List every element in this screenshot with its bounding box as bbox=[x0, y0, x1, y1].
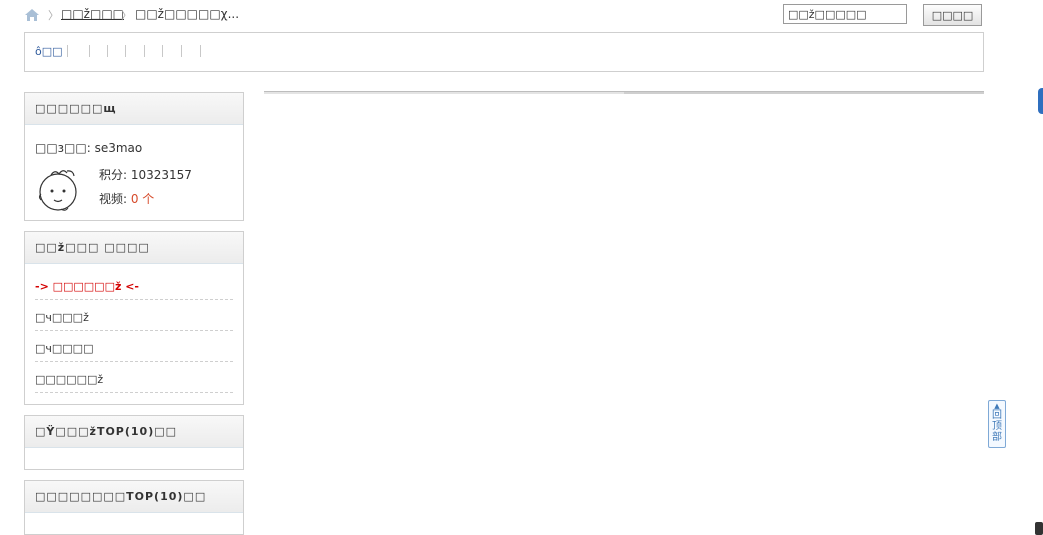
top10-panel-1: □Ÿ□□□žTOP(10)□□ bbox=[24, 415, 244, 470]
top10-panel-2: □□□□□□□□TOP(10)□□ bbox=[24, 480, 244, 535]
videos-count[interactable]: 0 个 bbox=[131, 192, 154, 206]
menu-item[interactable]: □ч□□□□ bbox=[35, 338, 233, 362]
videos-label: 视频: bbox=[99, 192, 131, 206]
user-info-panel: □□□□□□щ □□з□□: se3mao 积分: 10323157 视频: 0… bbox=[24, 92, 244, 221]
nav-divider bbox=[125, 45, 126, 57]
side-float-tab[interactable] bbox=[1038, 88, 1043, 114]
nav-divider bbox=[144, 45, 145, 57]
menu-panel-title: □□ž□□□ □□□□ bbox=[25, 232, 243, 264]
nav-item-home[interactable]: ô□□ bbox=[35, 45, 63, 58]
back-to-top-button[interactable]: ▲ 回顶部 bbox=[988, 400, 1006, 448]
nav-divider bbox=[162, 45, 163, 57]
nav-bar: ô□□ bbox=[24, 32, 984, 72]
menu-item-active[interactable]: -> □□□□□□ž <- bbox=[35, 276, 233, 300]
nav-divider bbox=[200, 45, 201, 57]
menu-panel: □□ž□□□ □□□□ -> □□□□□□ž <- □ч□□□ž □ч□□□□ … bbox=[24, 231, 244, 405]
avatar bbox=[38, 170, 77, 211]
chevron-right-icon: 〉 bbox=[121, 9, 132, 22]
top-bar: 〉 □□ž□□□ 〉 □□ž□□□□□χ... □□□□ bbox=[24, 4, 984, 28]
points-stat: 积分: 10323157 bbox=[99, 168, 192, 182]
breadcrumb-current: □□ž□□□□□χ... bbox=[135, 7, 240, 21]
search-input[interactable] bbox=[783, 4, 907, 24]
arrow-up-icon: ▲ bbox=[994, 402, 1000, 410]
back-to-top-label: 回顶部 bbox=[992, 410, 1002, 443]
home-icon[interactable] bbox=[24, 8, 40, 22]
username-line: □□з□□: se3mao bbox=[35, 141, 143, 155]
content-divider-top bbox=[264, 91, 984, 92]
menu-item[interactable]: □□□□□□ž bbox=[35, 369, 233, 393]
chevron-right-icon: 〉 bbox=[48, 9, 59, 22]
search-button[interactable]: □□□□ bbox=[923, 4, 982, 26]
nav-divider bbox=[107, 45, 108, 57]
nav-divider bbox=[181, 45, 182, 57]
top10-panel-2-title: □□□□□□□□TOP(10)□□ bbox=[25, 481, 243, 513]
nav-divider bbox=[89, 45, 90, 57]
breadcrumb-link[interactable]: □□ž□□□ bbox=[61, 7, 124, 21]
menu-item[interactable]: □ч□□□ž bbox=[35, 307, 233, 331]
corner-widget[interactable] bbox=[1035, 522, 1043, 535]
user-panel-title: □□□□□□щ bbox=[25, 93, 243, 125]
videos-stat: 视频: 0 个 bbox=[99, 190, 154, 207]
nav-divider bbox=[67, 45, 68, 57]
top10-panel-1-title: □Ÿ□□□žTOP(10)□□ bbox=[25, 416, 243, 448]
